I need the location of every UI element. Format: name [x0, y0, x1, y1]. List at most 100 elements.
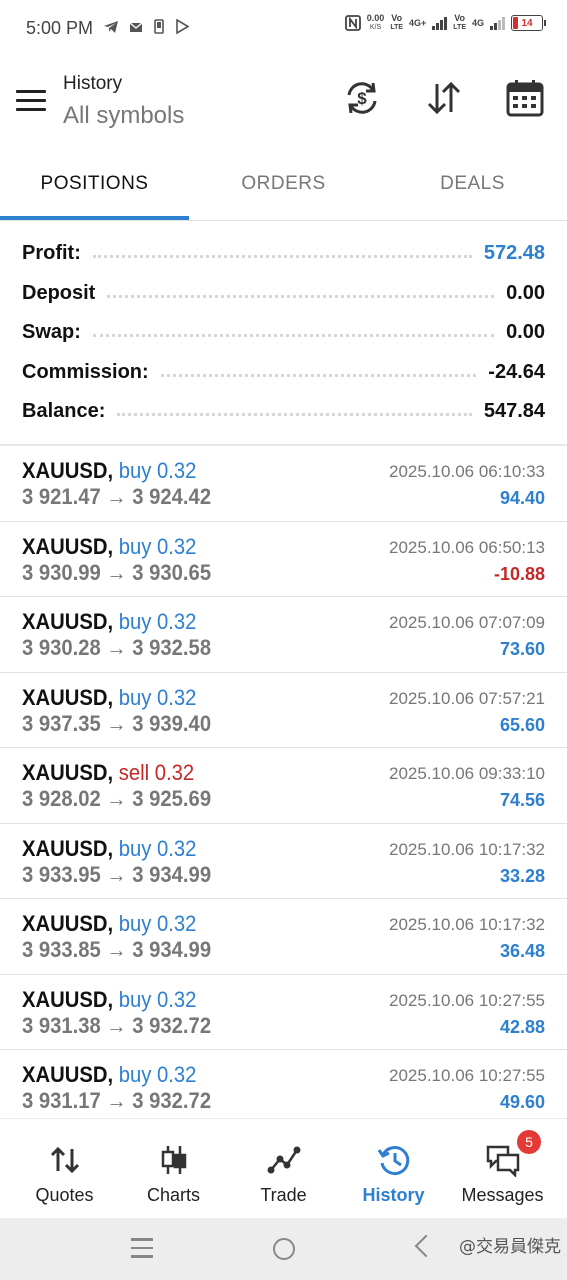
position-side: buy 0.32 — [118, 609, 197, 634]
position-row[interactable]: XAUUSD, buy 0.32 3 921.47 → 3 924.42 202… — [0, 446, 567, 522]
position-symbol: XAUUSD, buy 0.32 — [22, 911, 197, 936]
summary-row-profit: Profit: 572.48 — [0, 234, 567, 274]
position-symbol: XAUUSD, buy 0.32 — [22, 1062, 197, 1087]
mail-icon — [129, 22, 143, 32]
watermark-text: @交易員傑克 — [459, 1237, 561, 1257]
calendar-button[interactable] — [505, 78, 545, 118]
play-store-icon — [176, 19, 189, 34]
summary-label: Profit: — [22, 242, 81, 265]
position-symbol: XAUUSD, buy 0.32 — [22, 533, 197, 559]
nav-charts[interactable]: Charts — [117, 1119, 230, 1219]
position-side: sell 0.32 — [118, 760, 195, 785]
position-row[interactable]: XAUUSD, buy 0.32 3 933.85 → 3 934.99 202… — [0, 899, 567, 975]
summary-label: Balance: — [22, 400, 106, 423]
position-time: 2025.10.06 07:57:21 — [389, 688, 545, 708]
position-row[interactable]: XAUUSD, buy 0.32 3 937.35 → 3 939.40 202… — [0, 673, 567, 748]
position-time: 2025.10.06 06:10:33 — [389, 462, 545, 481]
position-side: buy 0.32 — [118, 1062, 197, 1087]
position-symbol: XAUUSD, buy 0.32 — [22, 458, 197, 483]
position-time: 2025.10.06 10:27:55 — [389, 990, 545, 1010]
summary-value: 0.00 — [506, 321, 545, 344]
position-prices: 3 930.99 → 3 930.65 — [22, 559, 212, 585]
position-side: buy 0.32 — [118, 458, 197, 483]
position-time: 2025.10.06 10:17:32 — [389, 915, 545, 934]
position-prices: 3 921.47 → 3 924.42 — [22, 484, 212, 509]
signal-icon-1 — [432, 16, 448, 30]
position-prices: 3 933.95 → 3 934.99 — [22, 861, 212, 887]
currency-sync-icon: $ — [347, 82, 377, 114]
app-bar: History All symbols $ — [0, 58, 567, 146]
summary-label: Swap: — [22, 321, 81, 344]
sort-button[interactable] — [424, 78, 464, 118]
page-title: History — [63, 73, 123, 94]
home-button[interactable] — [273, 1238, 295, 1260]
trade-icon — [267, 1146, 300, 1174]
position-side: buy 0.32 — [118, 533, 197, 559]
recent-apps-button[interactable] — [131, 1238, 153, 1264]
summary-value: 547.84 — [483, 400, 545, 423]
tab-positions[interactable]: POSITIONS — [0, 146, 189, 222]
dotted-leader — [92, 334, 495, 338]
position-prices: 3 928.02 → 3 925.69 — [22, 786, 212, 811]
position-profit: 42.88 — [499, 1016, 545, 1037]
position-profit: 49.60 — [499, 1092, 545, 1112]
nav-history[interactable]: History — [337, 1119, 450, 1219]
position-side: buy 0.32 — [118, 911, 197, 936]
tab-deals[interactable]: DEALS — [378, 146, 567, 222]
quotes-icon — [50, 1146, 79, 1174]
position-prices: 3 931.38 → 3 932.72 — [22, 1012, 212, 1038]
signal-icon-2 — [490, 16, 505, 30]
back-button[interactable] — [414, 1234, 438, 1258]
unread-badge: 5 — [517, 1130, 541, 1154]
position-prices: 3 931.17 → 3 932.72 — [22, 1088, 212, 1113]
account-summary: Profit: 572.48 Deposit 0.00 Swap: 0.00 C… — [0, 234, 567, 432]
status-bar: 5:00 PM 0.00 K/S Vo LTE 4G+ Vo LTE 4G 14 — [0, 0, 567, 58]
position-prices: 3 930.28 → 3 932.58 — [22, 635, 212, 660]
summary-value: -24.64 — [488, 360, 545, 383]
messages-icon — [486, 1145, 519, 1177]
nav-messages[interactable]: 5 Messages — [446, 1119, 559, 1219]
tab-orders[interactable]: ORDERS — [189, 146, 378, 222]
position-row[interactable]: XAUUSD, buy 0.32 3 930.99 → 3 930.65 202… — [0, 522, 567, 597]
status-time: 5:00 PM — [26, 18, 94, 38]
summary-row-deposit: Deposit 0.00 — [0, 274, 567, 314]
position-side: buy 0.32 — [118, 684, 197, 710]
nav-label: Quotes — [35, 1185, 94, 1205]
position-symbol: XAUUSD, buy 0.32 — [22, 986, 197, 1012]
notification-icons — [103, 19, 189, 34]
position-prices: 3 933.85 → 3 934.99 — [22, 937, 212, 962]
nav-trade[interactable]: Trade — [227, 1119, 340, 1219]
menu-icon[interactable] — [16, 90, 46, 112]
nav-quotes[interactable]: Quotes — [8, 1119, 121, 1219]
battery-icon: 14 — [511, 15, 546, 31]
position-profit: 65.60 — [499, 714, 545, 735]
position-symbol: XAUUSD, buy 0.32 — [22, 684, 197, 710]
summary-row-swap: Swap: 0.00 — [0, 313, 567, 353]
position-profit: -10.88 — [493, 563, 545, 584]
nav-label: History — [362, 1185, 425, 1205]
position-profit: 33.28 — [499, 865, 545, 886]
position-row[interactable]: XAUUSD, buy 0.32 3 933.95 → 3 934.99 202… — [0, 824, 567, 899]
symbol-filter[interactable]: All symbols — [63, 102, 184, 130]
svg-text:$: $ — [357, 89, 367, 108]
position-time: 2025.10.06 07:07:09 — [389, 613, 545, 632]
position-side: buy 0.32 — [118, 986, 197, 1012]
network-speed: 0.00 K/S — [366, 13, 385, 32]
currency-refresh-button[interactable]: $ — [342, 78, 382, 118]
nav-label: Messages — [461, 1185, 544, 1205]
volte-indicator-1: Vo LTE — [390, 13, 404, 32]
position-side: buy 0.32 — [118, 835, 197, 861]
tabs-divider — [0, 220, 567, 221]
positions-list[interactable]: XAUUSD, buy 0.32 3 921.47 → 3 924.42 202… — [0, 446, 567, 1118]
dotted-leader — [92, 255, 472, 259]
position-profit: 36.48 — [499, 941, 545, 961]
position-row[interactable]: XAUUSD, buy 0.32 3 931.17 → 3 932.72 202… — [0, 1050, 567, 1118]
summary-value: 0.00 — [506, 281, 545, 304]
dotted-leader — [117, 413, 472, 417]
position-row[interactable]: XAUUSD, buy 0.32 3 931.38 → 3 932.72 202… — [0, 975, 567, 1050]
position-row[interactable]: XAUUSD, sell 0.32 3 928.02 → 3 925.69 20… — [0, 748, 567, 824]
sort-icon — [427, 81, 461, 115]
network-type-2: 4G — [471, 17, 484, 28]
position-row[interactable]: XAUUSD, buy 0.32 3 930.28 → 3 932.58 202… — [0, 597, 567, 673]
position-prices: 3 937.35 → 3 939.40 — [22, 710, 212, 736]
